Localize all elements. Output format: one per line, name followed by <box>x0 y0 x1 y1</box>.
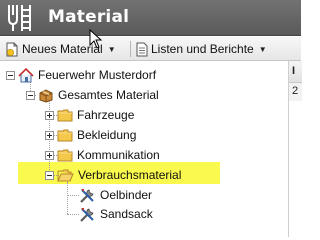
collapse-toggle[interactable] <box>6 70 15 80</box>
tree-node-label: Oelbinder <box>100 188 153 202</box>
tree-line <box>67 214 79 215</box>
tree-leaf-oelbinder[interactable]: Oelbinder <box>79 186 152 204</box>
table-cell: 2 <box>292 85 299 97</box>
tree-node-label: Kommunikation <box>77 148 160 162</box>
lists-reports-label: Listen und Berichte <box>151 42 254 56</box>
folder-icon <box>57 149 73 162</box>
tree-node-label: Fahrzeuge <box>77 108 135 122</box>
tree-node-label: Sandsack <box>100 207 153 221</box>
table-row[interactable]: 2 <box>289 83 302 101</box>
dropdown-arrow-icon: ▼ <box>107 44 116 54</box>
mouse-cursor-icon <box>89 29 103 49</box>
toolbar-separator <box>130 41 131 57</box>
tools-ladder-icon <box>8 5 31 31</box>
folder-icon <box>57 129 73 142</box>
column-header-label: I <box>292 65 296 77</box>
details-panel: I 2 <box>288 61 302 237</box>
title-bar: Material <box>0 0 301 36</box>
tree-node-verbrauchsmaterial[interactable]: Verbrauchsmaterial <box>45 166 181 184</box>
dropdown-arrow-icon: ▼ <box>258 44 267 54</box>
collapse-toggle[interactable] <box>45 170 54 180</box>
expand-toggle[interactable] <box>45 110 54 120</box>
tree-leaf-sandsack[interactable]: Sandsack <box>79 205 153 223</box>
tree-node-label: Verbrauchsmaterial <box>78 168 182 182</box>
material-tree: Feuerwehr Musterdorf Gesamtes Material F… <box>0 61 288 237</box>
folder-icon <box>57 109 73 122</box>
folder-open-icon <box>57 169 74 182</box>
tools-icon <box>80 207 94 222</box>
package-icon <box>39 88 53 103</box>
expand-toggle[interactable] <box>45 130 54 140</box>
tools-icon <box>80 188 94 203</box>
tree-line <box>67 195 79 196</box>
expand-toggle[interactable] <box>45 150 54 160</box>
tree-node-label: Feuerwehr Musterdorf <box>38 68 157 82</box>
new-document-icon <box>6 42 18 56</box>
tree-node-label: Bekleidung <box>77 128 137 142</box>
tree-node-bekleidung[interactable]: Bekleidung <box>45 126 136 144</box>
toolbar: Neues Material ▼ Listen und Berichte ▼ <box>0 37 301 61</box>
tree-node-all-material[interactable]: Gesamtes Material <box>26 86 159 104</box>
column-header[interactable]: I <box>289 61 302 83</box>
tree-node-label: Gesamtes Material <box>58 88 159 102</box>
app-title: Material <box>48 7 130 27</box>
tree-node-kommunikation[interactable]: Kommunikation <box>45 146 160 164</box>
home-icon <box>18 67 34 82</box>
collapse-toggle[interactable] <box>26 90 35 100</box>
tree-line <box>67 182 68 214</box>
tree-node-root[interactable]: Feuerwehr Musterdorf <box>6 66 156 84</box>
lists-reports-button[interactable]: Listen und Berichte ▼ <box>136 40 267 58</box>
report-icon <box>136 42 148 56</box>
tree-node-fahrzeuge[interactable]: Fahrzeuge <box>45 106 134 124</box>
